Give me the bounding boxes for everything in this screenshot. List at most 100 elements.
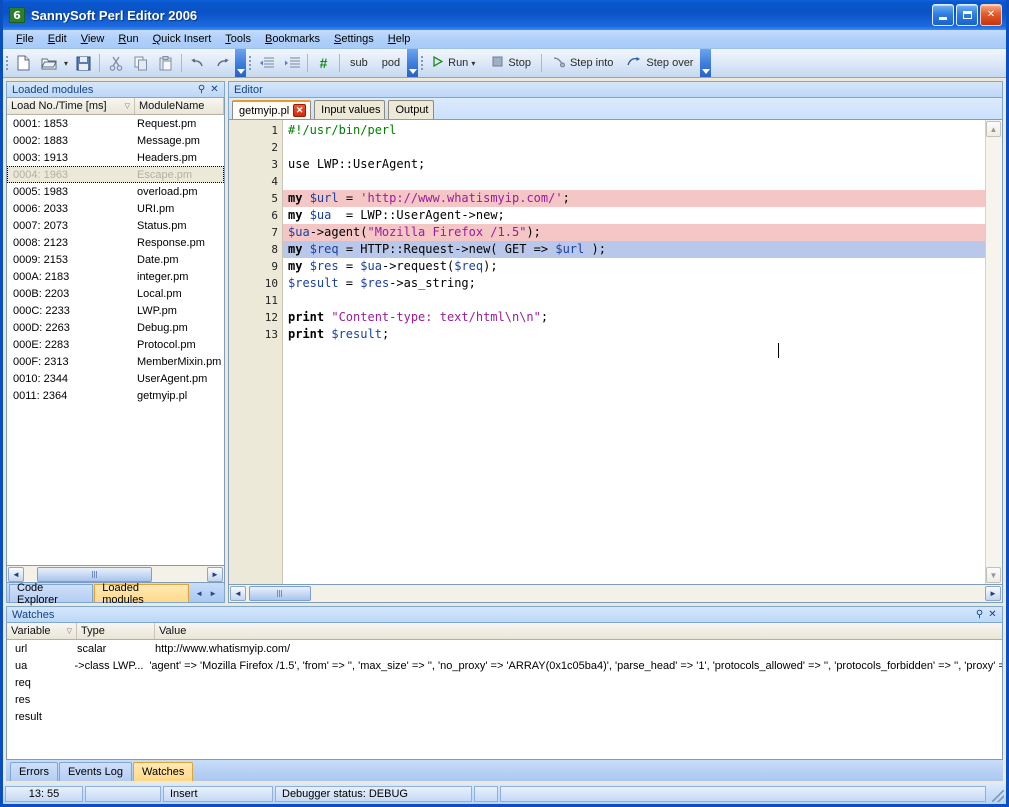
code-line[interactable]: $result = $res->as_string; [283,275,985,292]
line-number[interactable]: 8➪ [229,241,282,258]
table-row[interactable]: 0003: 1913Headers.pm [7,149,224,166]
hscroll-track[interactable] [25,567,206,582]
tab-code-explorer[interactable]: Code Explorer [9,584,93,602]
table-row[interactable]: 000A: 2183integer.pm [7,268,224,285]
resize-grip-icon[interactable] [988,786,1004,802]
hscroll-thumb[interactable] [37,567,152,582]
tab-close-icon[interactable]: ✕ [293,104,306,117]
editor-vscrollbar[interactable]: ▲ ▼ [985,120,1002,584]
table-row[interactable]: 000C: 2233LWP.pm [7,302,224,319]
step-over-button[interactable]: Step over [621,52,699,75]
line-number[interactable]: 9 [229,258,282,275]
unindent-icon[interactable] [255,52,278,75]
cut-icon[interactable] [104,52,127,75]
scroll-right-icon[interactable]: ► [207,567,223,582]
editor-hscroll-thumb[interactable] [249,586,311,601]
tab-events-log[interactable]: Events Log [59,762,132,781]
insert-pod-button[interactable]: pod [376,52,406,75]
column-header-type[interactable]: Type [77,623,155,639]
watch-row[interactable]: req [7,674,1002,691]
scroll-down-icon[interactable]: ▼ [986,567,1001,583]
code-line[interactable]: use LWP::UserAgent; [283,156,985,173]
new-file-icon[interactable] [12,52,35,75]
menu-settings[interactable]: Settings [327,31,381,47]
line-number[interactable]: 10 [229,275,282,292]
watch-row[interactable]: ua->class LWP...'agent' => 'Mozilla Fire… [7,657,1002,674]
table-row[interactable]: 000E: 2283Protocol.pm [7,336,224,353]
column-header-load-no[interactable]: Load No./Time [ms] ▽ [7,98,135,114]
save-icon[interactable] [72,52,95,75]
line-number[interactable]: 11 [229,292,282,309]
toolbar-overflow-button[interactable] [407,49,418,77]
table-row[interactable]: 0008: 2123Response.pm [7,234,224,251]
code-line[interactable] [283,292,985,309]
tab-next-icon[interactable]: ► [209,589,217,598]
watch-row[interactable]: result [7,708,1002,725]
tab-loaded-modules[interactable]: Loaded modules [94,584,189,602]
editor-hscroll-track[interactable] [247,586,985,601]
scroll-left-icon[interactable]: ◄ [8,567,24,582]
menu-edit[interactable]: Edit [41,31,74,47]
code-line[interactable]: $ua->agent("Mozilla Firefox /1.5"); [283,224,985,241]
code-line[interactable] [283,139,985,156]
paste-icon[interactable] [154,52,177,75]
undo-icon[interactable] [186,52,209,75]
table-row[interactable]: 000B: 2203Local.pm [7,285,224,302]
code-line[interactable]: my $res = $ua->request($req); [283,258,985,275]
menu-file[interactable]: File [9,31,41,47]
redo-icon[interactable] [211,52,234,75]
column-header-variable[interactable]: Variable ▽ [7,623,77,639]
line-number[interactable]: 2 [229,139,282,156]
step-into-button[interactable]: Step into [546,52,619,75]
toolbar-grip[interactable] [418,49,426,77]
code-line[interactable] [283,173,985,190]
table-row[interactable]: 0007: 2073Status.pm [7,217,224,234]
toolbar-grip[interactable] [246,49,254,77]
line-number[interactable]: 12 [229,309,282,326]
code-line[interactable]: #!/usr/bin/perl [283,122,985,139]
line-number[interactable]: 1 [229,122,282,139]
pin-icon[interactable]: ⚲ [195,83,208,96]
minimize-button[interactable] [932,4,954,26]
watch-row[interactable]: urlscalarhttp://www.whatismyip.com/ [7,640,1002,657]
code-line[interactable]: my $req = HTTP::Request->new( GET => $ur… [283,241,985,258]
toolbar-overflow-button[interactable] [700,49,711,77]
insert-sub-button[interactable]: sub [344,52,374,75]
table-row[interactable]: 0010: 2344UserAgent.pm [7,370,224,387]
pin-icon[interactable]: ⚲ [973,608,986,621]
open-file-icon[interactable] [37,52,60,75]
menu-bookmarks[interactable]: Bookmarks [258,31,327,47]
close-button[interactable]: ✕ [980,4,1002,26]
code-line[interactable]: print "Content-type: text/html\n\n"; [283,309,985,326]
line-number[interactable]: 7 [229,224,282,241]
table-row[interactable]: 0005: 1983overload.pm [7,183,224,200]
column-header-module-name[interactable]: ModuleName [135,98,224,114]
column-header-value[interactable]: Value [155,623,1002,639]
comment-block-icon[interactable]: # [312,52,335,75]
stop-button[interactable]: Stop [486,52,537,75]
line-number[interactable]: 4 [229,173,282,190]
scroll-up-icon[interactable]: ▲ [986,121,1001,137]
table-row[interactable]: 000D: 2263Debug.pm [7,319,224,336]
loaded-modules-hscrollbar[interactable]: ◄ ► [6,566,225,583]
menu-quick-insert[interactable]: Quick Insert [146,31,219,47]
maximize-button[interactable] [956,4,978,26]
table-row[interactable]: 0001: 1853Request.pm [7,115,224,132]
line-number-gutter[interactable]: 12345678➪910111213 [229,120,283,584]
vscroll-track[interactable] [986,138,1001,566]
table-row[interactable]: 000F: 2313MemberMixin.pm [7,353,224,370]
indent-icon[interactable] [280,52,303,75]
watch-row-list[interactable]: urlscalarhttp://www.whatismyip.com/ua->c… [7,640,1002,725]
menu-help[interactable]: Help [381,31,418,47]
line-number[interactable]: 3 [229,156,282,173]
menu-run[interactable]: Run [111,31,145,47]
code-area[interactable]: 12345678➪910111213 #!/usr/bin/perl use L… [229,120,985,584]
editor-hscrollbar[interactable]: ◄ ► [228,585,1003,603]
close-icon[interactable]: ✕ [986,608,999,621]
code-text-area[interactable]: #!/usr/bin/perl use LWP::UserAgent; my $… [283,120,985,584]
watch-row[interactable]: res [7,691,1002,708]
scroll-right-icon[interactable]: ► [985,586,1001,601]
table-row[interactable]: 0011: 2364getmyip.pl [7,387,224,404]
code-line[interactable]: my $url = 'http://www.whatismyip.com/'; [283,190,985,207]
run-button[interactable]: Run ▾ [427,52,484,75]
